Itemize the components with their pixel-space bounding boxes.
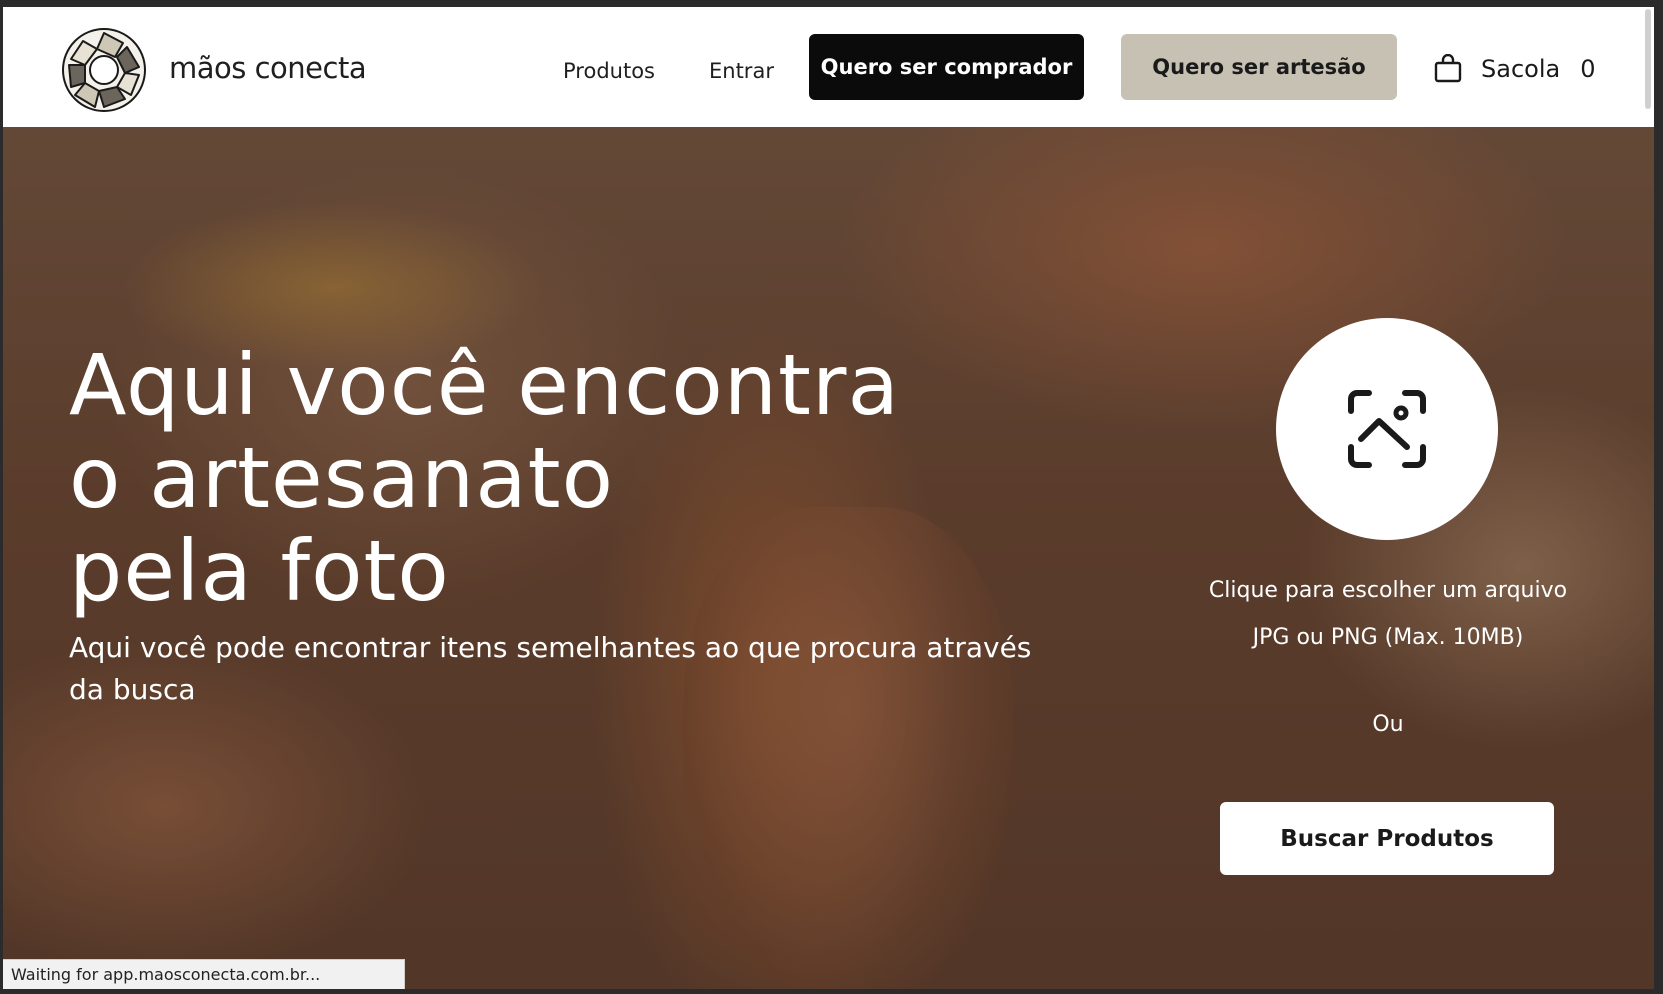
hero-headline: Aqui você encontra o artesanato pela fot…	[69, 339, 1029, 618]
browser-window: mãos conecta Produtos Entrar Quero ser c…	[3, 7, 1654, 989]
bag-label: Sacola	[1481, 55, 1561, 83]
bag-count: 0	[1580, 55, 1596, 83]
browser-status-bar: Waiting for app.maosconecta.com.br...	[3, 959, 405, 989]
shopping-bag-icon	[1434, 54, 1462, 83]
or-separator: Ou	[1372, 712, 1404, 737]
navbar: mãos conecta Produtos Entrar Quero ser c…	[3, 7, 1654, 127]
headline-line-1: Aqui você encontra	[69, 336, 900, 434]
upload-file-types: JPG ou PNG (Max. 10MB)	[1252, 625, 1524, 650]
upload-instruction[interactable]: Clique para escolher um arquivo	[1163, 567, 1613, 614]
shopping-bag-button[interactable]: Sacola 0	[1433, 51, 1603, 87]
upload-caption[interactable]: Clique para escolher um arquivo JPG ou P…	[1163, 567, 1613, 661]
image-upload-button[interactable]	[1276, 318, 1498, 540]
nav-login-link[interactable]: Entrar	[709, 59, 774, 83]
image-scan-icon	[1348, 390, 1426, 468]
headline-line-2: o artesanato	[69, 429, 614, 527]
scrollbar-thumb[interactable]	[1645, 9, 1651, 109]
headline-line-3: pela foto	[69, 522, 450, 620]
brand-name[interactable]: mãos conecta	[169, 51, 367, 85]
hero-subtitle: Aqui você pode encontrar itens semelhant…	[69, 631, 1032, 706]
become-buyer-button[interactable]: Quero ser comprador	[809, 34, 1084, 100]
nav-products-link[interactable]: Produtos	[563, 59, 655, 83]
hero-section: Aqui você encontra o artesanato pela fot…	[3, 127, 1654, 989]
search-products-button[interactable]: Buscar Produtos	[1220, 802, 1554, 875]
brand-logo-icon[interactable]	[61, 27, 147, 113]
become-artisan-button[interactable]: Quero ser artesão	[1121, 34, 1397, 100]
